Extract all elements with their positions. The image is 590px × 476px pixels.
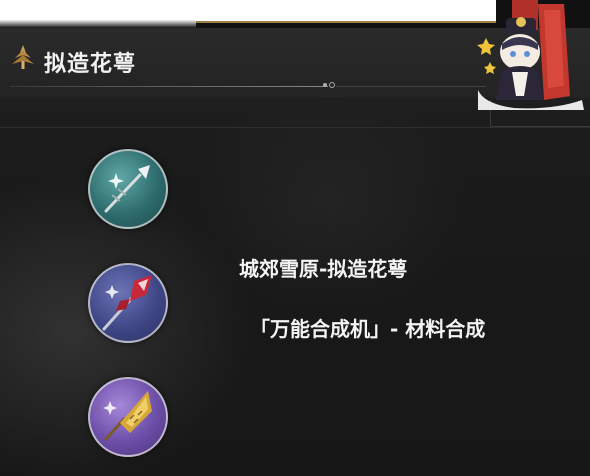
top-gold-accent-line: [196, 21, 496, 23]
mascot-sticker-icon: [477, 0, 584, 110]
crimson-spear-icon: [102, 275, 152, 331]
title-divider: [10, 86, 328, 87]
top-right-highlight: [196, 0, 496, 22]
title-divider-dot: [323, 83, 327, 87]
source-location-text: 城郊雪原-拟造花萼: [239, 257, 408, 281]
game-panel: 拟造花萼 城郊雪原-拟造花萼 「万能合成机」- 材料合成: [0, 0, 590, 476]
silver-spear-icon: [104, 165, 150, 213]
title-divider-tail: [336, 86, 486, 87]
pagoda-emblem-icon: [12, 45, 34, 69]
title-divider-ring: [329, 82, 335, 88]
source-synthesis-text: 「万能合成机」- 材料合成: [250, 317, 486, 341]
top-left-highlight: [0, 0, 196, 28]
material-slot-1[interactable]: [88, 149, 168, 229]
material-slot-3[interactable]: [88, 377, 168, 457]
page-title: 拟造花萼: [44, 52, 137, 77]
golden-spearhead-icon: [103, 391, 152, 441]
material-slot-2[interactable]: [88, 263, 168, 343]
frame-divider-horizontal: [490, 126, 590, 127]
